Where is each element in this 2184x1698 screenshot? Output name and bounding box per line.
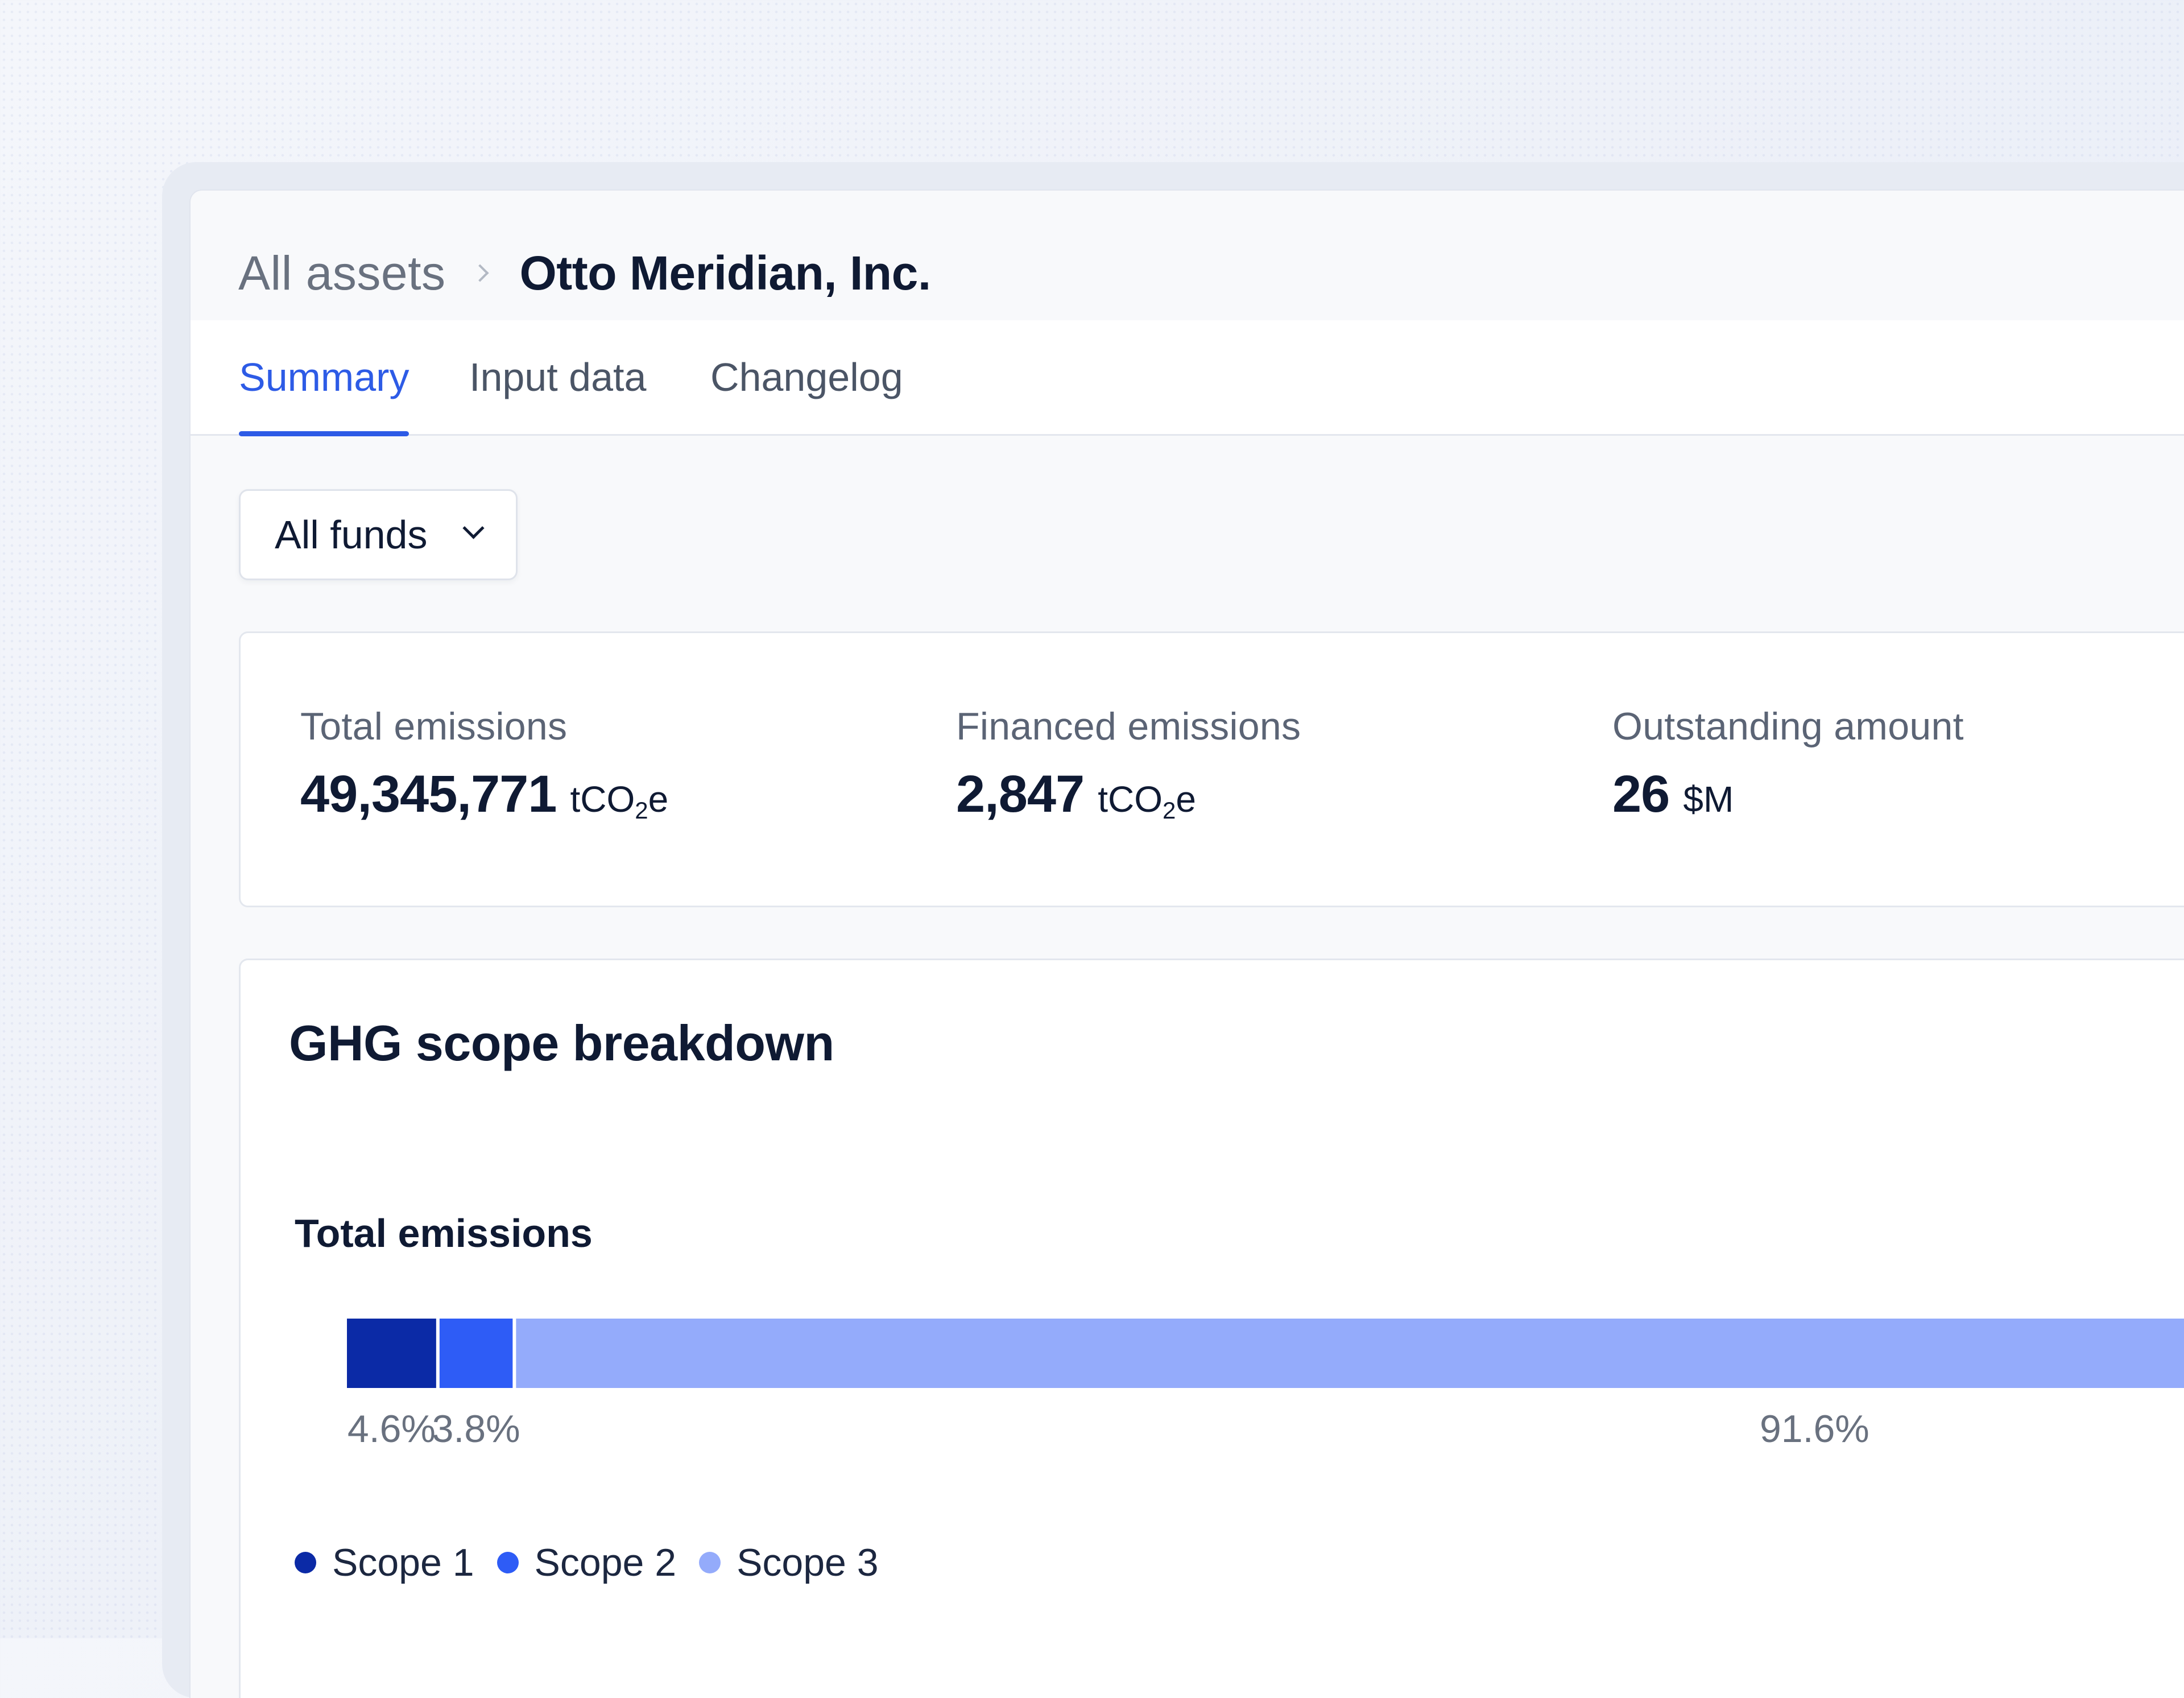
unit-suffix: e (1176, 779, 1196, 820)
legend-label: Scope 1 (332, 1541, 474, 1584)
chevron-down-icon (465, 523, 482, 540)
fund-select-value: All funds (275, 513, 428, 557)
legend-dot (497, 1552, 519, 1573)
metric-value-row: 2,847 tCO2e (956, 765, 1301, 824)
metric-value: 2,847 (956, 765, 1085, 823)
unit-subscript: 2 (1163, 797, 1176, 824)
bar-label-scope-2: 3.8% (432, 1407, 520, 1451)
bar-segment-scope-2[interactable] (439, 1319, 513, 1388)
tab-changelog[interactable]: Changelog (710, 320, 903, 434)
asset-window: All assets Otto Meridian, Inc. Summary I… (191, 191, 2184, 1698)
bar-segment-scope-1[interactable] (347, 1319, 436, 1388)
unit-prefix: tCO (1098, 779, 1163, 820)
metrics-card: Total emissions 49,345,771 tCO2e Finance… (239, 631, 2184, 907)
metric-value-row: 26 $M (1612, 765, 1964, 824)
metric-value: 26 (1612, 765, 1670, 823)
page-title: Otto Meridian, Inc. (519, 246, 931, 300)
unit-prefix: $M (1683, 779, 1734, 820)
metric-outstanding-amount: Outstanding amount 26 $M (1612, 704, 1964, 824)
breadcrumb-all-assets-link[interactable]: All assets (238, 246, 445, 301)
tab-summary[interactable]: Summary (239, 320, 410, 436)
breadcrumb: All assets Otto Meridian, Inc. (238, 245, 931, 301)
page-header: All assets Otto Meridian, Inc. (191, 191, 2184, 320)
unit-subscript: 2 (635, 797, 648, 824)
metric-unit: tCO2e (570, 778, 668, 824)
metric-total-emissions: Total emissions 49,345,771 tCO2e (300, 704, 668, 824)
legend-label: Scope 3 (737, 1541, 879, 1584)
chevron-right-icon (471, 263, 491, 283)
metric-value: 49,345,771 (300, 765, 557, 823)
chart-legend: Scope 1 Scope 2 Scope 3 (295, 1540, 901, 1585)
legend-label: Scope 2 (534, 1541, 677, 1584)
legend-item-scope-1: Scope 1 (295, 1540, 474, 1585)
bar-segment-scope-3[interactable] (516, 1319, 2184, 1388)
metric-unit: $M (1683, 778, 1734, 824)
unit-prefix: tCO (570, 779, 635, 820)
legend-item-scope-2: Scope 2 (497, 1540, 677, 1585)
legend-item-scope-3: Scope 3 (699, 1540, 879, 1585)
tab-bar: Summary Input data Changelog (191, 320, 2184, 436)
legend-dot (699, 1552, 721, 1573)
bar-label-scope-1: 4.6% (348, 1407, 436, 1451)
metric-financed-emissions: Financed emissions 2,847 tCO2e (956, 704, 1301, 824)
ghg-breakdown-card: GHG scope breakdown Total emissions 4.6%… (239, 959, 2184, 1698)
metric-label: Financed emissions (956, 705, 1301, 748)
legend-dot (295, 1552, 316, 1573)
metric-label: Outstanding amount (1612, 705, 1964, 748)
unit-suffix: e (648, 779, 669, 820)
tab-input-data[interactable]: Input data (469, 320, 646, 434)
metric-label: Total emissions (300, 705, 568, 748)
fund-select[interactable]: All funds (239, 489, 518, 580)
stacked-bar-chart: 4.6%3.8% 91.6% (347, 1319, 2184, 1451)
metric-unit: tCO2e (1098, 778, 1196, 824)
metric-value-row: 49,345,771 tCO2e (300, 765, 668, 824)
bar-label-scope-3: 91.6% (1760, 1407, 1869, 1451)
